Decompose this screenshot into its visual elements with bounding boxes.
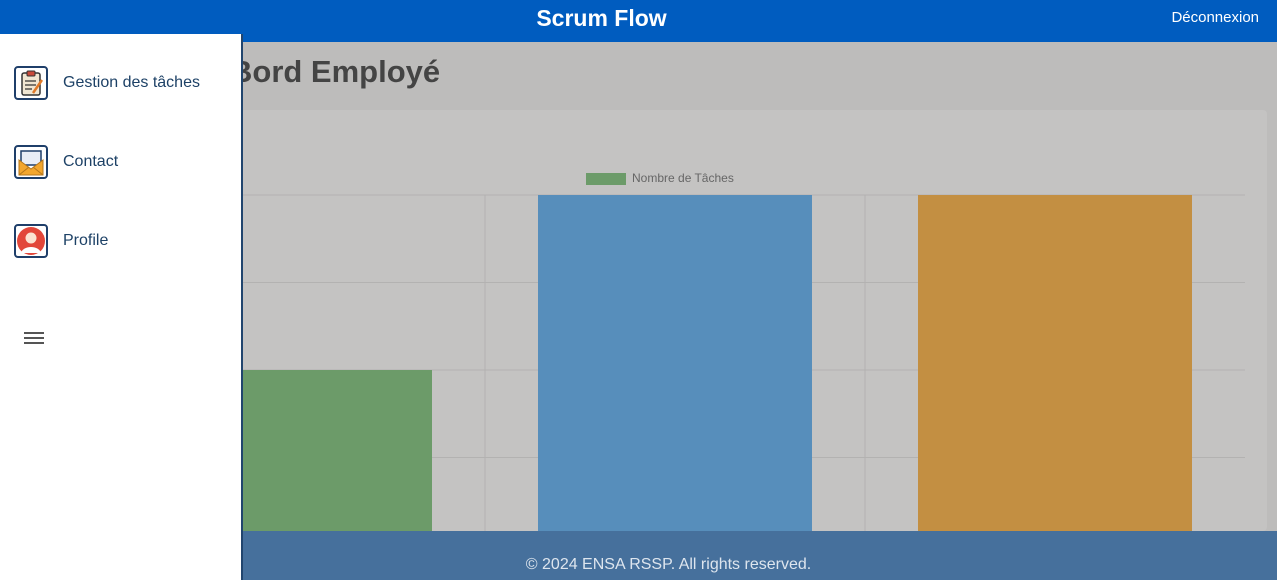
sidebar-item-contact[interactable]: Contact (0, 135, 241, 195)
clipboard-icon (14, 66, 48, 100)
sidebar: Gestion des tâches Contact Profile (0, 34, 243, 580)
user-icon (14, 224, 48, 258)
chart-legend: Nombre de Tâches (586, 171, 734, 185)
sidebar-item-gestion-taches[interactable]: Gestion des tâches (0, 56, 241, 116)
chart-bars (158, 195, 1192, 545)
sidebar-item-label: Contact (63, 153, 119, 170)
sidebar-item-profile[interactable]: Profile (0, 214, 241, 274)
chart-bar[interactable] (538, 195, 812, 545)
sidebar-item-label: Profile (63, 232, 109, 249)
legend-swatch (586, 173, 626, 185)
sidebar-item-label: Gestion des tâches (63, 74, 200, 91)
chart-bar[interactable] (918, 195, 1192, 545)
envelope-icon (14, 145, 48, 179)
legend-label: Nombre de Tâches (632, 171, 734, 185)
hamburger-icon[interactable] (22, 329, 46, 349)
